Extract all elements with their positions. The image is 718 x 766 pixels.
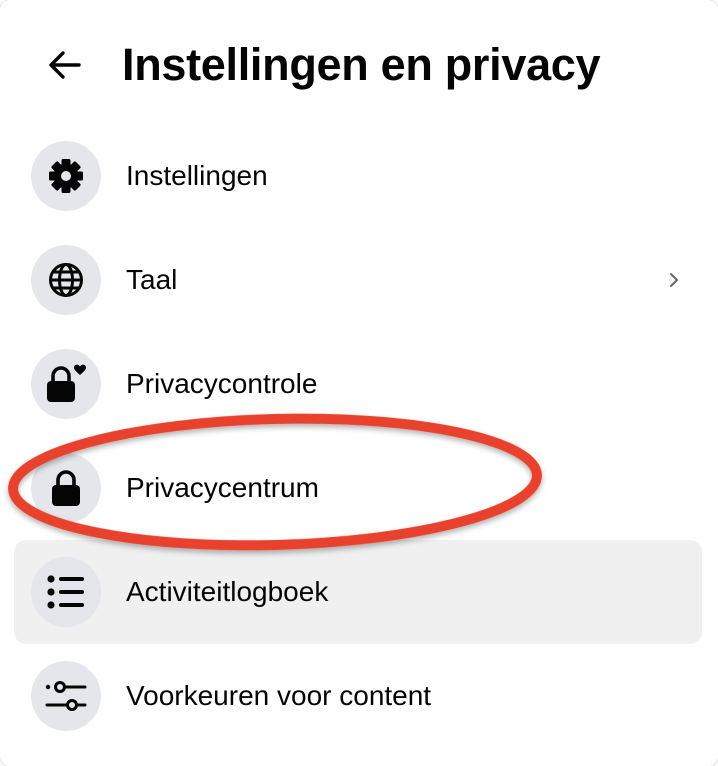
menu-item-privacycontrole[interactable]: Privacycontrole (14, 332, 702, 436)
icon-badge (31, 557, 101, 627)
menu-item-instellingen[interactable]: Instellingen (14, 124, 702, 228)
icon-badge (31, 141, 101, 211)
icon-badge (31, 349, 101, 419)
lock-icon (52, 470, 80, 506)
page-title: Instellingen en privacy (122, 39, 601, 90)
back-button[interactable] (32, 32, 98, 98)
arrow-left-icon (49, 51, 81, 79)
menu-item-label: Voorkeuren voor content (126, 680, 432, 711)
icon-badge (31, 245, 101, 315)
chevron-right-icon (664, 270, 684, 290)
menu-item-taal[interactable]: Taal (14, 228, 702, 332)
lock-heart-icon (47, 364, 86, 402)
header: Instellingen en privacy (0, 20, 718, 110)
menu-item-label: Instellingen (126, 160, 268, 191)
settings-menu: Instellingen Taal Privacycontrole Privac… (14, 124, 702, 748)
gear-icon (49, 159, 83, 193)
menu-item-voorkeuren-voor-content[interactable]: Voorkeuren voor content (14, 644, 702, 748)
list-icon (47, 575, 84, 609)
icon-badge (31, 661, 101, 731)
icon-badge (31, 453, 101, 523)
sliders-icon (45, 681, 87, 711)
menu-item-privacycentrum[interactable]: Privacycentrum (14, 436, 702, 540)
menu-item-label: Taal (126, 264, 178, 295)
globe-icon (49, 263, 83, 297)
menu-item-label: Activiteitlogboek (126, 576, 329, 607)
menu-item-label: Privacycentrum (126, 472, 319, 503)
settings-panel: Instellingen en privacy Instellingen Taa… (0, 0, 718, 766)
menu-item-label: Privacycontrole (126, 368, 318, 399)
menu-item-activiteitlogboek[interactable]: Activiteitlogboek (14, 540, 702, 644)
